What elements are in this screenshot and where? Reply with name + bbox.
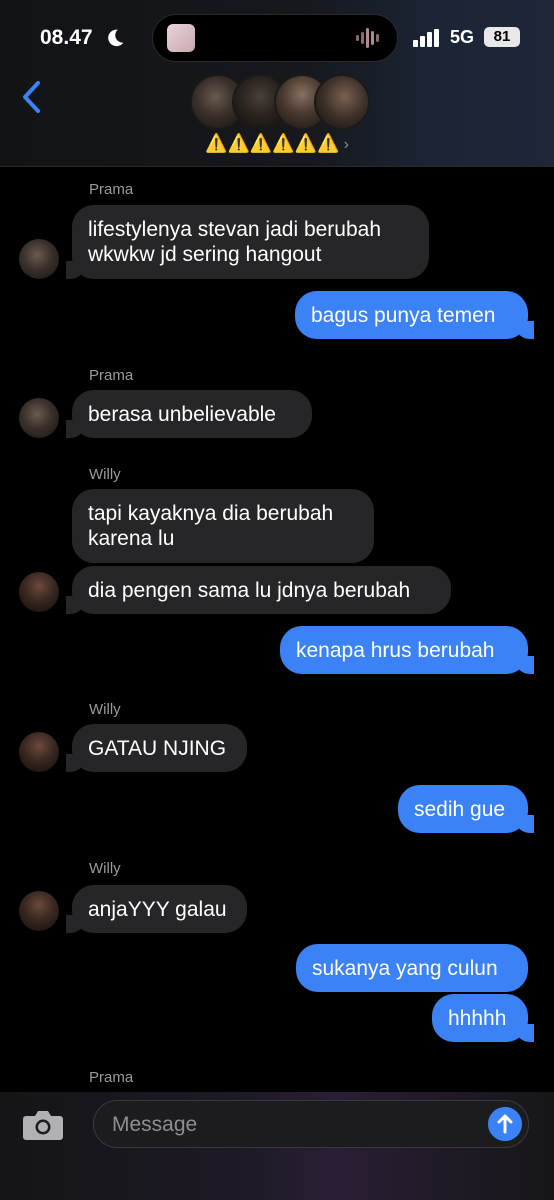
message-text: bagus punya temen — [311, 304, 496, 327]
message-text: kenapa hrus berubah — [296, 639, 495, 662]
audio-waveform-icon — [356, 28, 379, 48]
sender-name: Willy — [89, 860, 121, 877]
composer-bar: Message — [0, 1092, 554, 1200]
message-input[interactable]: Message — [93, 1100, 529, 1148]
network-type: 5G — [450, 27, 475, 47]
sender-name: Willy — [89, 466, 121, 483]
message-text: dia pengen sama lu jdnya berubah — [88, 579, 411, 602]
message-text: hhhhh — [448, 1007, 507, 1030]
battery-level: 81 — [484, 27, 520, 47]
sender-name: Prama — [89, 367, 134, 384]
avatar — [314, 74, 370, 130]
group-name-label: ⚠️⚠️⚠️⚠️⚠️⚠️ — [205, 133, 340, 153]
message-line: lifestylenya stevan jadi berubah — [88, 218, 382, 241]
outgoing-message-bubble[interactable]: bagus punya temen — [295, 291, 534, 339]
sender-name: Prama — [89, 181, 134, 198]
sender-name: Prama — [89, 1069, 134, 1086]
message-text: anjaYYY galau — [88, 898, 227, 921]
incoming-message-bubble[interactable]: berasa unbelievable — [66, 390, 312, 438]
camera-icon[interactable] — [22, 1108, 64, 1142]
send-arrow-icon[interactable] — [488, 1107, 522, 1141]
sender-name: Willy — [89, 701, 121, 718]
moon-icon — [108, 29, 124, 47]
incoming-message-bubble[interactable]: GATAU NJING — [66, 724, 247, 772]
outgoing-message-bubble[interactable]: sedih gue — [398, 785, 534, 833]
message-text: berasa unbelievable — [88, 403, 276, 426]
dynamic-island[interactable] — [152, 14, 398, 62]
cellular-signal-icon — [413, 29, 439, 47]
message-text: GATAU NJING — [88, 737, 227, 760]
message-line: wkwkw jd sering hangout — [88, 243, 322, 266]
outgoing-message-bubble[interactable]: kenapa hrus berubah — [280, 626, 534, 674]
incoming-message-bubble[interactable]: lifestylenya stevan jadi berubah wkwkw j… — [66, 205, 429, 279]
sender-avatar[interactable] — [19, 398, 59, 438]
back-chevron-icon[interactable] — [20, 80, 44, 114]
message-line: karena lu — [88, 527, 175, 550]
sender-avatar[interactable] — [19, 572, 59, 612]
message-placeholder: Message — [112, 1113, 198, 1136]
outgoing-message-bubble[interactable]: hhhhh — [432, 994, 534, 1042]
group-avatars[interactable] — [190, 74, 370, 130]
sender-avatar[interactable] — [19, 239, 59, 279]
now-playing-thumbnail — [167, 24, 195, 52]
message-text: sukanya yang culun — [312, 957, 498, 980]
sender-avatar[interactable] — [19, 732, 59, 772]
message-line: tapi kayaknya dia berubah — [88, 502, 334, 525]
chat-header: 08.47 5G 81 ⚠️⚠️⚠️⚠️⚠️⚠️ › — [0, 0, 554, 167]
incoming-message-bubble[interactable]: dia pengen sama lu jdnya berubah — [66, 566, 451, 614]
status-time: 08.47 — [40, 26, 93, 49]
message-text: sedih gue — [414, 798, 506, 821]
sender-avatar[interactable] — [19, 891, 59, 931]
chevron-right-icon: › — [343, 136, 349, 153]
outgoing-message-bubble[interactable]: sukanya yang culun — [296, 944, 528, 992]
incoming-message-bubble[interactable]: tapi kayaknya dia berubah karena lu — [72, 489, 374, 563]
group-name[interactable]: ⚠️⚠️⚠️⚠️⚠️⚠️ › — [0, 133, 554, 154]
incoming-message-bubble[interactable]: anjaYYY galau — [66, 885, 247, 933]
